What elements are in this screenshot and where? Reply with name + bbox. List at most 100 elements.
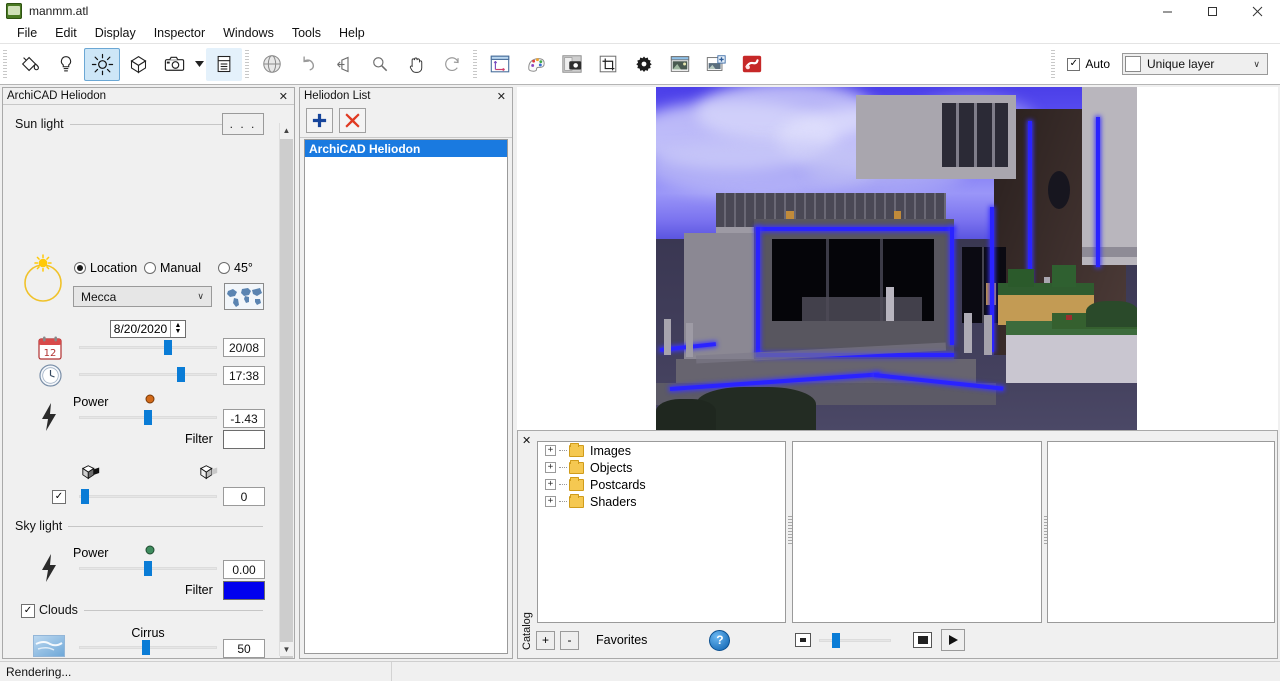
expand-icon[interactable]: + <box>545 462 556 473</box>
layer-combo[interactable]: Unique layer ∨ <box>1122 53 1268 75</box>
sun-mode-location-radio[interactable]: Location <box>74 261 137 275</box>
small-thumbnail-icon[interactable] <box>795 633 812 647</box>
menu-item-windows[interactable]: Windows <box>214 24 283 42</box>
menu-item-tools[interactable]: Tools <box>283 24 330 42</box>
camera-icon[interactable] <box>156 48 192 81</box>
catalog-add-button[interactable]: + <box>536 630 555 650</box>
close-icon[interactable]: ✕ <box>495 90 508 103</box>
date-spinbox[interactable]: 8/20/2020 ▲ ▼ <box>110 320 186 338</box>
dropdown-caret-icon[interactable] <box>192 61 206 67</box>
pan-hand-icon[interactable] <box>398 48 434 81</box>
add-heliodon-button[interactable] <box>306 108 333 133</box>
settings-gear-icon[interactable] <box>626 48 662 81</box>
slider-knob[interactable] <box>142 640 150 655</box>
shadow-value[interactable]: 0 <box>223 487 265 506</box>
slider-knob[interactable] <box>177 367 185 382</box>
catalog-preview-pane[interactable] <box>792 441 1042 623</box>
cirrus-value[interactable]: 50 <box>223 639 265 658</box>
close-icon[interactable]: ✕ <box>277 90 290 103</box>
date-slider-value[interactable]: 20/08 <box>223 338 265 357</box>
close-icon[interactable]: ✕ <box>522 434 531 447</box>
expand-icon[interactable]: + <box>545 445 556 456</box>
globe-icon[interactable] <box>254 48 290 81</box>
document-icon[interactable] <box>206 47 242 81</box>
minimize-button[interactable] <box>1145 0 1190 22</box>
slider-knob[interactable] <box>144 561 152 576</box>
catalog-tree-pane[interactable]: + Images + Objects + Postcards + Shaders <box>537 441 786 623</box>
toolbar-grip-4[interactable] <box>1051 50 1056 78</box>
axis-window-icon[interactable] <box>482 48 518 81</box>
color-palette-icon[interactable] <box>518 48 554 81</box>
slider-knob[interactable] <box>832 633 841 648</box>
cube-icon[interactable] <box>120 48 156 81</box>
time-slider[interactable] <box>79 367 217 382</box>
catalog-detail-pane[interactable] <box>1047 441 1275 623</box>
heliodon-scrollbar[interactable]: ▲ ▼ <box>279 123 293 658</box>
date-slider[interactable] <box>79 340 217 355</box>
sun-icon[interactable] <box>84 47 120 81</box>
chevron-down-icon[interactable]: ∨ <box>1248 59 1265 70</box>
slider-knob[interactable] <box>81 489 89 504</box>
rendered-image[interactable] <box>656 87 1137 430</box>
crop-icon[interactable] <box>590 48 626 81</box>
sky-power-slider[interactable] <box>79 561 217 576</box>
3d-render-viewport[interactable] <box>517 87 1278 430</box>
tree-item-objects[interactable]: + Objects <box>538 459 785 476</box>
auto-checkbox[interactable]: ✓ <box>1067 57 1081 71</box>
tree-item-images[interactable]: + Images <box>538 442 785 459</box>
scrollbar-thumb[interactable] <box>280 139 293 658</box>
slider-knob[interactable] <box>164 340 172 355</box>
move-icon[interactable] <box>326 48 362 81</box>
tree-item-shaders[interactable]: + Shaders <box>538 493 785 510</box>
world-map-button[interactable] <box>224 283 264 310</box>
time-slider-value[interactable]: 17:38 <box>223 366 265 385</box>
close-button[interactable] <box>1235 0 1280 22</box>
tree-item-postcards[interactable]: + Postcards <box>538 476 785 493</box>
slider-knob[interactable] <box>144 410 152 425</box>
list-item[interactable]: ArchiCAD Heliodon <box>305 140 507 157</box>
delete-heliodon-button[interactable] <box>339 108 366 133</box>
undo-icon[interactable] <box>290 48 326 81</box>
sun-power-value[interactable]: -1.43 <box>223 409 265 428</box>
light-bulb-icon[interactable] <box>48 48 84 81</box>
toolbar-grip-2[interactable] <box>245 50 249 78</box>
scroll-down-icon[interactable]: ▼ <box>280 642 293 656</box>
sun-power-slider[interactable] <box>79 410 217 425</box>
thumbnail-size-slider[interactable] <box>819 633 892 648</box>
expand-icon[interactable]: + <box>545 496 556 507</box>
shadow-enable-checkbox[interactable]: ✓ <box>52 490 66 504</box>
add-image-icon[interactable] <box>698 48 734 81</box>
shadow-slider[interactable] <box>79 489 217 504</box>
layer-color-swatch[interactable] <box>1125 56 1141 72</box>
toolbar-grip-1[interactable] <box>3 50 7 78</box>
sun-filter-color-swatch[interactable] <box>223 430 265 449</box>
red-render-icon[interactable] <box>734 48 770 81</box>
large-thumbnail-icon[interactable] <box>913 632 933 648</box>
sun-options-button[interactable]: . . . <box>222 113 264 135</box>
image-window-icon[interactable] <box>662 48 698 81</box>
date-stepper[interactable]: ▲ ▼ <box>170 321 185 337</box>
paint-bucket-icon[interactable] <box>12 48 48 81</box>
zoom-icon[interactable] <box>362 48 398 81</box>
catalog-vertical-tab[interactable]: Catalog <box>521 601 535 661</box>
snapshot-icon[interactable] <box>554 48 590 81</box>
maximize-button[interactable] <box>1190 0 1235 22</box>
play-button[interactable] <box>941 629 966 651</box>
menu-item-file[interactable]: File <box>8 24 46 42</box>
heliodon-list-area[interactable]: ArchiCAD Heliodon <box>304 139 508 654</box>
sun-mode-45deg-radio[interactable]: 45° <box>218 261 253 275</box>
clouds-checkbox[interactable]: ✓ <box>21 604 35 618</box>
toolbar-grip-3[interactable] <box>473 50 477 78</box>
menu-item-edit[interactable]: Edit <box>46 24 86 42</box>
expand-icon[interactable]: + <box>545 479 556 490</box>
menu-item-inspector[interactable]: Inspector <box>145 24 214 42</box>
menu-item-help[interactable]: Help <box>330 24 374 42</box>
sun-mode-manual-radio[interactable]: Manual <box>144 261 201 275</box>
help-button[interactable]: ? <box>709 629 731 651</box>
sky-filter-color-swatch[interactable] <box>223 581 265 600</box>
chevron-down-icon[interactable]: ∨ <box>192 291 209 302</box>
cirrus-slider[interactable] <box>79 640 217 655</box>
catalog-remove-button[interactable]: - <box>560 630 579 650</box>
scroll-up-icon[interactable]: ▲ <box>280 123 293 137</box>
sky-power-value[interactable]: 0.00 <box>223 560 265 579</box>
